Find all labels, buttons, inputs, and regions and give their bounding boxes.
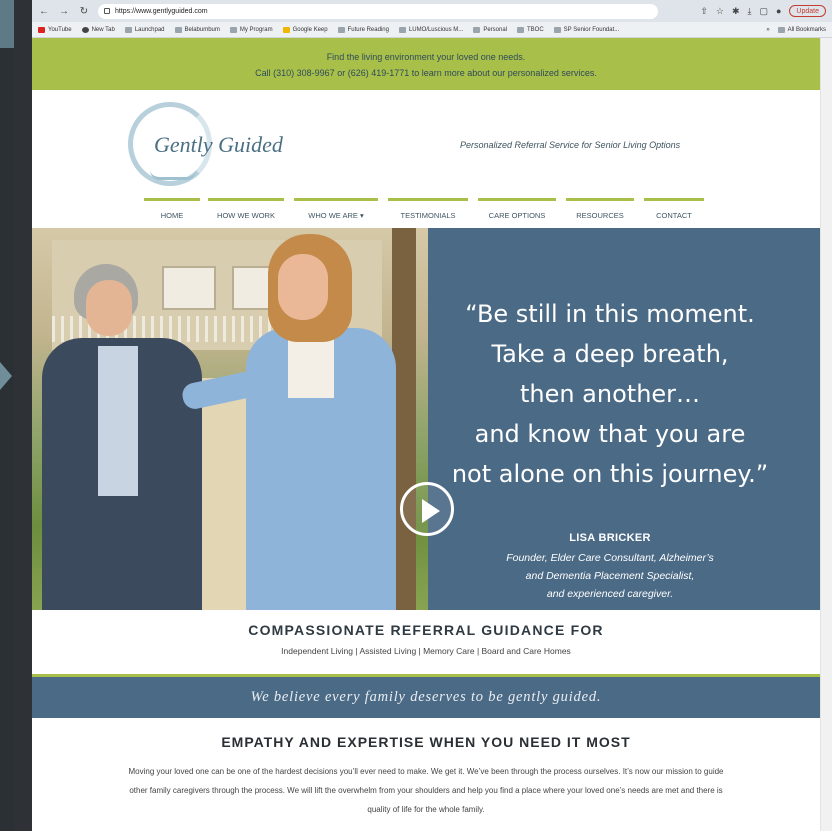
empathy-heading: EMPATHY AND EXPERTISE WHEN YOU NEED IT M… <box>221 734 631 750</box>
empathy-section: EMPATHY AND EXPERTISE WHEN YOU NEED IT M… <box>32 734 820 819</box>
quote-author-name: LISA BRICKER <box>569 532 651 544</box>
quote-line: Take a deep breath, <box>491 340 729 368</box>
quote-line: then another… <box>519 380 701 408</box>
folder-icon <box>777 26 785 33</box>
address-bar[interactable]: https://www.gentlyguided.com <box>98 3 658 19</box>
nav-contact[interactable]: CONTACT <box>644 198 704 228</box>
video-play-button[interactable] <box>400 482 454 536</box>
page-scrollbar[interactable] <box>820 38 832 831</box>
slide-strip <box>0 0 14 831</box>
photo-woman-left-face <box>86 280 132 336</box>
nav-home[interactable]: HOME <box>144 198 200 228</box>
quote-author-title: Founder, Elder Care Consultant, Alzheime… <box>506 552 714 600</box>
main-nav: HOME HOW WE WORK WHO WE ARE ▾ TESTIMONIA… <box>32 198 820 228</box>
belief-text: We believe every family deserves to be g… <box>250 689 602 705</box>
extensions-icon[interactable]: ✱ <box>732 6 740 17</box>
all-bookmarks[interactable]: All Bookmarks <box>777 26 826 33</box>
announcement-bar: Find the living environment your loved o… <box>32 38 820 90</box>
url-text: https://www.gentlyguided.com <box>115 7 208 15</box>
folder-icon <box>553 26 561 33</box>
photo-woman-left-shirt <box>98 346 138 496</box>
forward-icon[interactable]: → <box>58 6 70 17</box>
browser-window: ← → ↻ https://www.gentlyguided.com ⇧ ☆ ✱… <box>32 0 832 831</box>
bookmark-belabumbum[interactable]: Belabumbum <box>174 26 220 33</box>
hero-photo <box>32 228 428 610</box>
keep-icon <box>282 26 290 33</box>
star-icon[interactable]: ☆ <box>716 6 724 17</box>
back-icon[interactable]: ← <box>38 6 50 17</box>
lock-icon <box>104 8 110 14</box>
share-icon[interactable]: ⇧ <box>700 6 708 17</box>
folder-icon <box>398 26 406 33</box>
photo-woman-right-top <box>288 338 334 398</box>
bookmark-future-reading[interactable]: Future Reading <box>337 26 389 33</box>
chevron-right-icon[interactable]: » <box>766 27 769 33</box>
profile-icon[interactable]: ● <box>776 6 781 16</box>
belief-banner: We believe every family deserves to be g… <box>32 674 820 718</box>
download-icon[interactable]: ⤓ <box>747 6 751 17</box>
slide-arrow-icon[interactable] <box>0 362 12 390</box>
quote-line: “Be still in this moment. <box>465 300 755 328</box>
referral-section: COMPASSIONATE REFERRAL GUIDANCE FOR Inde… <box>32 622 820 656</box>
bookmark-new-tab[interactable]: New Tab <box>81 26 115 33</box>
site-tagline: Personalized Referral Service for Senior… <box>460 140 681 150</box>
folder-icon <box>174 26 182 33</box>
update-button[interactable]: Update <box>789 5 826 17</box>
bookmark-personal[interactable]: Personal <box>473 26 507 33</box>
website: Find the living environment your loved o… <box>32 38 820 831</box>
quote-line: and know that you are <box>474 420 746 448</box>
slide-thumbnail-block <box>0 0 14 48</box>
globe-icon <box>81 26 89 33</box>
quote-line: not alone on this journey.” <box>451 460 769 488</box>
referral-heading: COMPASSIONATE REFERRAL GUIDANCE FOR <box>248 622 604 638</box>
bookmarks-bar: YouTube New Tab Launchpad Belabumbum My … <box>32 22 832 38</box>
nav-resources[interactable]: RESOURCES <box>566 198 634 228</box>
reload-icon[interactable]: ↻ <box>78 6 90 17</box>
bookmark-my-program[interactable]: My Program <box>229 26 273 33</box>
referral-care-types: Independent Living | Assisted Living | M… <box>281 646 571 656</box>
photo-woman-right-face <box>278 254 328 320</box>
folder-icon <box>473 26 481 33</box>
folder-icon <box>124 26 132 33</box>
site-header: Gently Guided Personalized Referral Serv… <box>32 90 820 190</box>
logo-text: Gently Guided <box>154 132 283 157</box>
nav-how-we-work[interactable]: HOW WE WORK <box>208 198 284 228</box>
announcement-line-1: Find the living environment your loved o… <box>326 52 526 62</box>
hero-quote: “Be still in this moment. Take a deep br… <box>400 294 820 494</box>
nav-who-we-are[interactable]: WHO WE ARE ▾ <box>294 198 378 228</box>
nav-care-options[interactable]: CARE OPTIONS <box>478 198 556 228</box>
sidepanel-icon[interactable]: ▢ <box>759 6 768 17</box>
bookmark-sp-senior[interactable]: SP Senior Foundat... <box>553 26 619 33</box>
folder-icon <box>337 26 345 33</box>
youtube-icon <box>38 26 45 33</box>
empathy-body: Moving your loved one can be one of the … <box>128 767 724 814</box>
toolbar-actions: ⇧ ☆ ✱ ⤓ ▢ ● Update <box>700 5 826 17</box>
bookmark-youtube[interactable]: YouTube <box>38 26 72 33</box>
browser-toolbar: ← → ↻ https://www.gentlyguided.com ⇧ ☆ ✱… <box>32 0 832 22</box>
logo-hands-icon <box>150 170 196 180</box>
bookmark-tboc[interactable]: TBOC <box>517 26 544 33</box>
hero-quote-panel: “Be still in this moment. Take a deep br… <box>400 228 820 610</box>
hero-section: “Be still in this moment. Take a deep br… <box>32 228 820 610</box>
bookmark-google-keep[interactable]: Google Keep <box>282 26 328 33</box>
bookmarks-overflow: » All Bookmarks <box>766 26 826 33</box>
nav-testimonials[interactable]: TESTIMONIALS <box>388 198 468 228</box>
folder-icon <box>517 26 524 33</box>
play-icon <box>422 499 440 523</box>
folder-icon <box>229 26 237 33</box>
bookmark-launchpad[interactable]: Launchpad <box>124 26 165 33</box>
announcement-phone-line: Call (310) 308-9967 or (626) 419-1771 to… <box>255 68 597 78</box>
bookmark-lumo[interactable]: LUMO/Luscious M... <box>398 26 463 33</box>
photo-window <box>162 266 216 310</box>
